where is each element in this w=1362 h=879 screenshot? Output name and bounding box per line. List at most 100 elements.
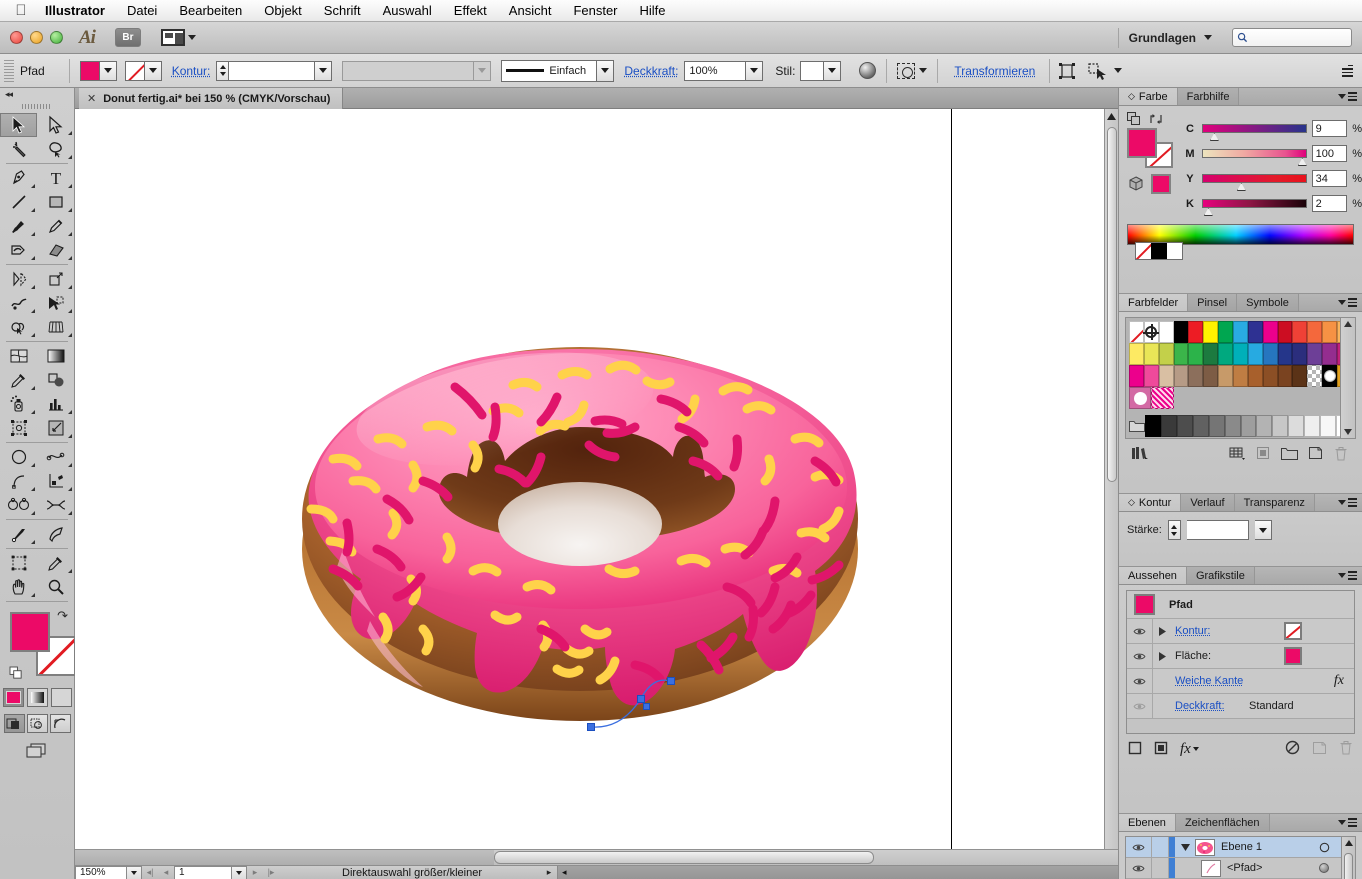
crop-artboard-tool[interactable]	[0, 551, 37, 575]
type-tool[interactable]: T	[37, 166, 74, 190]
layer-row-ebene1[interactable]: Ebene 1	[1126, 837, 1355, 858]
expand-triangle-icon[interactable]	[1153, 651, 1171, 661]
swatches-panel-menu-icon[interactable]	[1338, 298, 1357, 307]
swap-fill-stroke-icon[interactable]	[1149, 112, 1163, 126]
none-mode-button[interactable]	[50, 688, 72, 707]
target-indicator-icon[interactable]	[1313, 842, 1335, 853]
first-artboard-button[interactable]: ◂|	[142, 866, 158, 879]
arc-tool[interactable]	[0, 469, 37, 493]
opacity-input[interactable]: 100%	[684, 60, 747, 81]
donut-illustration[interactable]	[75, 109, 1104, 865]
web-safe-swatch[interactable]	[1151, 174, 1171, 194]
last-artboard-button[interactable]: |▸	[263, 866, 279, 879]
eyedropper-tool[interactable]	[0, 368, 37, 392]
slider-track-c[interactable]	[1201, 124, 1307, 141]
layers-panel-menu-icon[interactable]	[1338, 818, 1357, 827]
visibility-eye-icon-disabled[interactable]	[1127, 694, 1153, 718]
mesh-tool[interactable]	[0, 344, 37, 368]
tools-fill-swatch[interactable]	[10, 612, 50, 652]
horizontal-scroll-thumb[interactable]	[494, 851, 874, 864]
target-indicator-icon[interactable]	[1313, 863, 1335, 873]
tab-pinsel[interactable]: Pinsel	[1188, 294, 1238, 311]
zoom-level-input[interactable]: 150%	[75, 865, 127, 879]
rectangle-tool[interactable]	[37, 190, 74, 214]
variable-width-profile[interactable]	[342, 60, 475, 81]
swatch-white-dot-pattern[interactable]	[1129, 387, 1152, 409]
menu-objekt[interactable]: Objekt	[253, 0, 313, 22]
black-button[interactable]	[1151, 243, 1167, 259]
next-artboard-button[interactable]: ▸	[247, 866, 263, 879]
layers-scroll-thumb[interactable]	[1344, 853, 1353, 879]
tab-ebenen[interactable]: Ebenen	[1119, 814, 1176, 831]
layers-scrollbar[interactable]	[1341, 837, 1355, 879]
add-new-effect-icon[interactable]: fx	[1180, 741, 1199, 758]
free-transform-tool[interactable]	[37, 291, 74, 315]
scissors-tool[interactable]	[0, 522, 37, 546]
search-input[interactable]	[1232, 28, 1352, 47]
artboard-number-dropdown[interactable]	[232, 865, 247, 879]
stroke-panel-menu-icon[interactable]	[1338, 498, 1357, 507]
slider-track-m[interactable]	[1201, 149, 1307, 166]
zoom-level-dropdown[interactable]	[127, 865, 142, 879]
default-fill-stroke-icon[interactable]	[9, 666, 23, 680]
none-button[interactable]	[1136, 243, 1152, 259]
menu-bearbeiten[interactable]: Bearbeiten	[168, 0, 253, 22]
fill-swatch[interactable]	[79, 60, 100, 81]
tab-farbfelder[interactable]: Farbfelder	[1119, 294, 1189, 311]
add-new-fill-icon[interactable]	[1154, 741, 1168, 758]
swatch-pink-grid-pattern[interactable]	[1151, 387, 1174, 409]
workspace-switcher[interactable]: Grundlagen	[1117, 27, 1222, 48]
line-segment-tool[interactable]	[0, 190, 37, 214]
graph-design-tool[interactable]	[37, 469, 74, 493]
visibility-eye-icon[interactable]	[1126, 837, 1152, 857]
opacity-dropdown[interactable]	[746, 60, 764, 81]
slider-track-k[interactable]	[1201, 199, 1307, 216]
ellipse-tool[interactable]	[0, 445, 37, 469]
selection-tool[interactable]	[0, 113, 37, 137]
menu-ansicht[interactable]: Ansicht	[498, 0, 563, 22]
layer-row-path-1[interactable]: <Pfad>	[1126, 858, 1355, 879]
zoom-window-button[interactable]	[50, 31, 63, 44]
slider-track-y[interactable]	[1201, 174, 1307, 191]
color-panel-fill-swatch[interactable]	[1127, 128, 1157, 158]
eyedropper-alt-tool[interactable]	[37, 551, 74, 575]
tab-grafikstile[interactable]: Grafikstile	[1186, 567, 1255, 584]
go-to-bridge-button[interactable]: Br	[114, 28, 141, 47]
stroke-weight-input[interactable]	[1186, 520, 1249, 540]
lasso-tool[interactable]	[37, 137, 74, 161]
tab-zeichenflaechen[interactable]: Zeichenflächen	[1175, 814, 1270, 831]
menu-fenster[interactable]: Fenster	[562, 0, 628, 22]
artboard-tool[interactable]	[0, 416, 37, 440]
perspective-grid-tool[interactable]	[37, 315, 74, 339]
pencil-tool[interactable]	[37, 214, 74, 238]
tab-transparenz[interactable]: Transparenz	[1234, 494, 1315, 511]
pen-tool[interactable]	[0, 166, 37, 190]
variable-width-dropdown[interactable]	[474, 60, 492, 81]
appearance-feather-label[interactable]: Weiche Kante	[1171, 675, 1334, 687]
spiral-tool[interactable]	[0, 493, 37, 517]
artboard-number-input[interactable]: 1	[174, 865, 232, 879]
slice-tool[interactable]	[37, 416, 74, 440]
chevron-down-icon[interactable]	[1114, 68, 1123, 73]
color-panel-menu-icon[interactable]	[1338, 92, 1357, 101]
visibility-eye-icon[interactable]	[1127, 644, 1153, 668]
measure-tool[interactable]	[37, 522, 74, 546]
delete-swatch-icon[interactable]	[1328, 446, 1354, 461]
draw-normal-button[interactable]	[3, 714, 25, 733]
tab-farbe[interactable]: ◇ Farbe	[1119, 88, 1178, 105]
swatch-transparent-pattern[interactable]	[1307, 365, 1323, 387]
clear-appearance-icon[interactable]	[1285, 740, 1300, 758]
stroke-weight-dropdown[interactable]	[315, 60, 333, 81]
swatch-options-icon[interactable]	[1250, 446, 1276, 460]
tab-verlauf[interactable]: Verlauf	[1181, 494, 1235, 511]
visibility-eye-icon[interactable]	[1127, 669, 1153, 693]
new-color-group-icon[interactable]	[1276, 447, 1302, 460]
stroke-color-control[interactable]	[124, 60, 162, 81]
chevron-down-icon[interactable]	[919, 68, 928, 73]
swatches-scrollbar[interactable]	[1340, 318, 1355, 438]
slider-value-m[interactable]: 100	[1311, 145, 1348, 162]
tools-collapse-button[interactable]: ◂◂	[0, 88, 74, 100]
transform-link[interactable]: Transformieren	[954, 64, 1035, 78]
tab-symbole[interactable]: Symbole	[1237, 294, 1299, 311]
recolor-artwork-icon[interactable]	[859, 62, 877, 79]
